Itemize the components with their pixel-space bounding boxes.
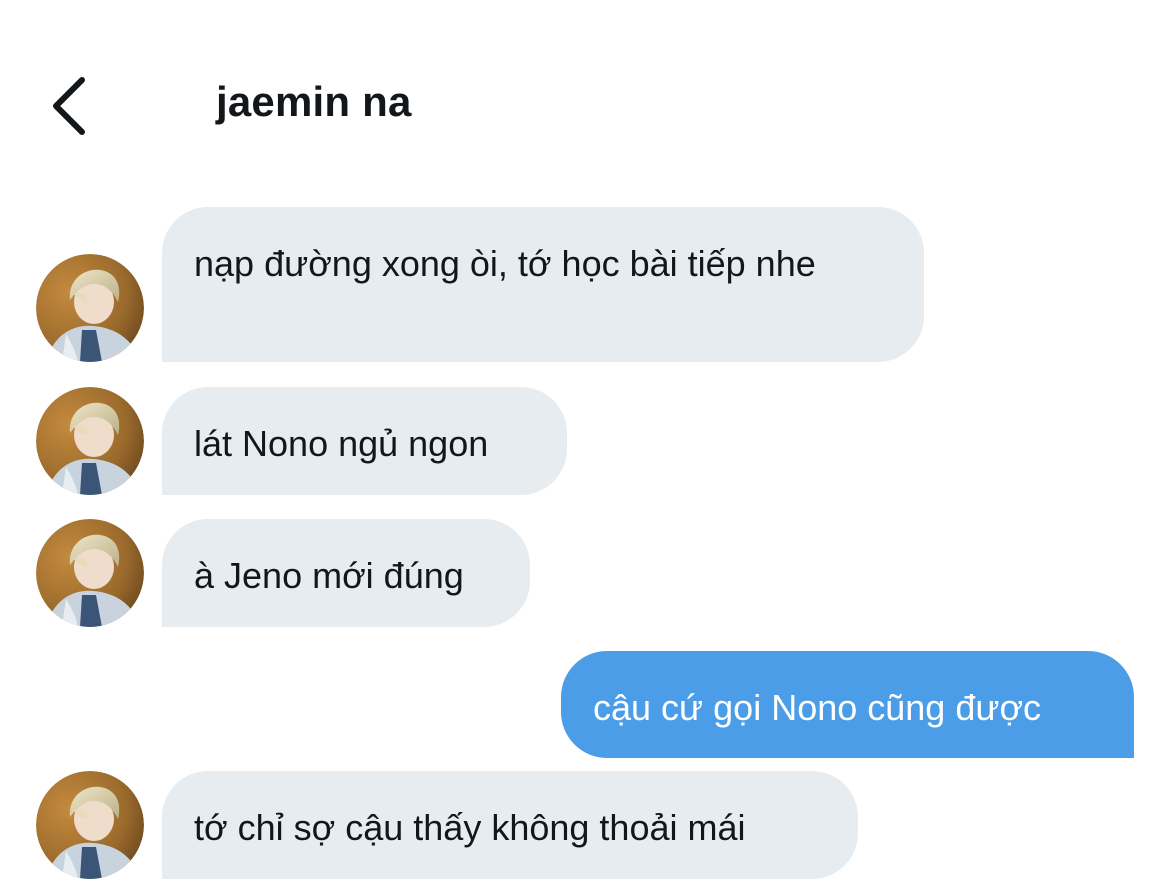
message-text: à Jeno mới đúng: [194, 555, 464, 596]
chevron-left-icon: [53, 77, 85, 135]
avatar[interactable]: [36, 519, 144, 627]
avatar-image: [36, 387, 144, 495]
message-bubble-incoming[interactable]: tớ chỉ sợ cậu thấy không thoải mái: [162, 771, 858, 879]
message-bubble-incoming[interactable]: lát Nono ngủ ngon: [162, 387, 567, 495]
message-text: lát Nono ngủ ngon: [194, 423, 489, 464]
back-button[interactable]: [36, 68, 100, 144]
avatar[interactable]: [36, 771, 144, 879]
avatar-image: [36, 254, 144, 362]
message-text: tớ chỉ sợ cậu thấy không thoải mái: [194, 807, 746, 848]
message-bubble-outgoing[interactable]: cậu cứ gọi Nono cũng được: [561, 651, 1134, 758]
avatar[interactable]: [36, 387, 144, 495]
avatar-image: [36, 771, 144, 879]
message-text: nạp đường xong òi, tớ học bài tiếp nhe: [194, 243, 816, 284]
message-bubble-incoming[interactable]: à Jeno mới đúng: [162, 519, 530, 627]
message-text: cậu cứ gọi Nono cũng được: [593, 687, 1042, 728]
avatar[interactable]: [36, 254, 144, 362]
chat-header: jaemin na: [0, 0, 1169, 180]
message-bubble-incoming[interactable]: nạp đường xong òi, tớ học bài tiếp nhe: [162, 207, 924, 362]
conversation-title: jaemin na: [216, 78, 412, 125]
avatar-image: [36, 519, 144, 627]
